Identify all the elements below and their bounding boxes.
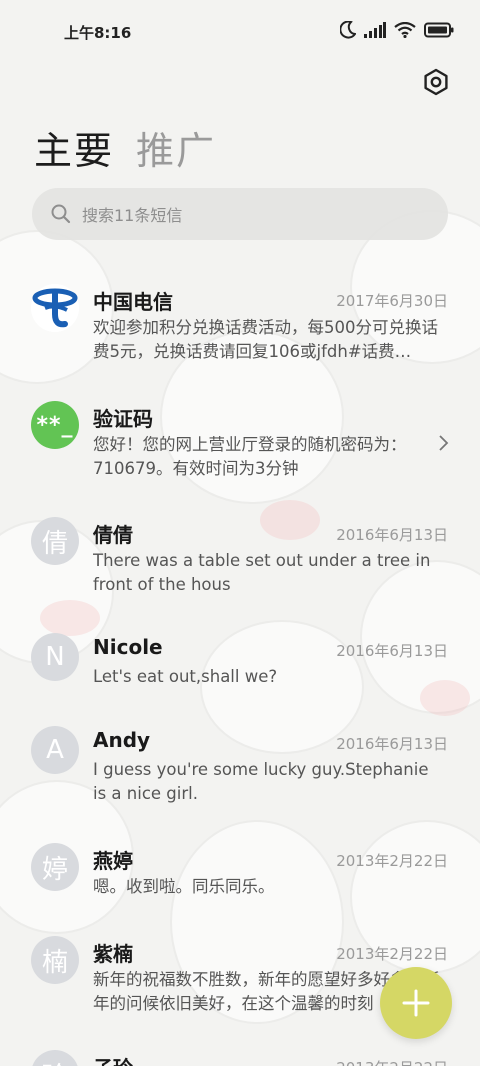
china-telecom-logo-icon <box>31 284 79 332</box>
wifi-icon <box>394 22 416 38</box>
conversation-item[interactable]: 倩 倩倩 2016年6月13日 There was a table set ou… <box>0 514 480 604</box>
search-placeholder: 搜索11条短信 <box>82 206 183 225</box>
settings-icon <box>424 68 448 96</box>
message-date: 2016年6月13日 <box>336 735 448 753</box>
contact-name: Nicole <box>93 635 163 659</box>
message-date: 2013年2月22日 <box>336 945 448 963</box>
signal-icon <box>364 22 386 38</box>
battery-icon <box>424 22 454 38</box>
contact-name: 子玲 <box>93 1052 133 1066</box>
contact-name: 燕婷 <box>93 849 133 873</box>
message-date: 2017年6月30日 <box>336 292 448 310</box>
conversation-item[interactable]: N Nicole 2016年6月13日 Let's eat out,shall … <box>0 630 480 700</box>
plus-icon <box>402 989 430 1017</box>
message-date: 2013年2月22日 <box>336 852 448 870</box>
tab-bar: 主要 推广 <box>34 120 216 175</box>
message-preview: There was a table set out under a tree i… <box>93 551 431 594</box>
message-preview: 嗯。收到啦。同乐同乐。 <box>93 877 275 896</box>
contact-name: 中国电信 <box>93 290 173 314</box>
status-time: 上午8:16 <box>64 24 132 42</box>
message-date: 2016年6月13日 <box>336 642 448 660</box>
conversation-item[interactable]: 中国电信 2017年6月30日 欢迎参加积分兑换话费活动，每500分可兑换话费5… <box>0 282 480 382</box>
message-preview: Let's eat out,shall we? <box>93 667 278 686</box>
avatar: 楠 <box>31 936 79 984</box>
avatar: 玲 <box>31 1050 79 1066</box>
avatar: N <box>31 633 79 681</box>
message-preview: 您好！您的网上营业厅登录的随机密码为：710679。有效时间为3分钟 <box>93 435 407 478</box>
conversation-item[interactable]: A Andy 2016年6月13日 I guess you're some lu… <box>0 724 480 814</box>
search-bar[interactable]: 搜索11条短信 <box>32 188 448 240</box>
moon-icon <box>340 21 356 39</box>
avatar <box>31 284 79 332</box>
contact-name: 倩倩 <box>93 523 133 547</box>
tab-promotions[interactable]: 推广 <box>136 120 216 175</box>
conversation-item[interactable]: **_ 验证码 您好！您的网上营业厅登录的随机密码为：710679。有效时间为3… <box>0 398 480 488</box>
chevron-right-icon <box>439 435 449 451</box>
conversation-item[interactable]: 婷 燕婷 2013年2月22日 嗯。收到啦。同乐同乐。 <box>0 840 480 910</box>
conversation-item[interactable]: 玲 子玲 2013年2月22日 <box>0 1048 480 1066</box>
search-icon <box>51 204 71 224</box>
tab-primary[interactable]: 主要 <box>34 120 114 175</box>
message-date: 2013年2月22日 <box>336 1057 448 1066</box>
settings-button[interactable] <box>422 68 450 96</box>
message-date: 2016年6月13日 <box>336 526 448 544</box>
status-bar: 上午8:16 <box>0 0 480 62</box>
contact-name: 验证码 <box>93 407 153 431</box>
avatar: 婷 <box>31 843 79 891</box>
message-preview: 欢迎参加积分兑换话费活动，每500分可兑换话费5元，兑换话费请回复106或jfd… <box>93 318 438 361</box>
contact-name: Andy <box>93 728 151 752</box>
new-message-button[interactable] <box>380 967 452 1039</box>
avatar: 倩 <box>31 517 79 565</box>
avatar: A <box>31 726 79 774</box>
message-preview: I guess you're some lucky guy.Stephanie … <box>93 760 429 803</box>
avatar: **_ <box>31 401 79 449</box>
contact-name: 紫楠 <box>93 942 133 966</box>
